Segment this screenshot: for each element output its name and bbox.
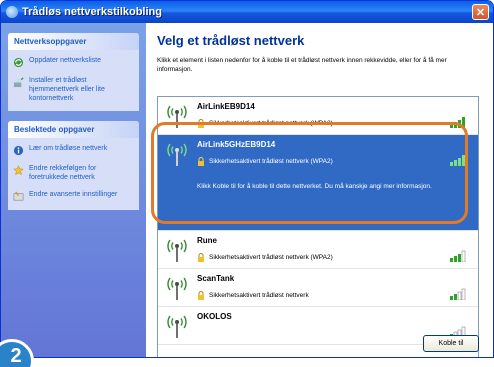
lock-icon [198,157,204,166]
network-name: ScanTank [197,274,235,283]
page-title: Velg et trådløst nettverk [157,33,305,48]
lock-icon [198,119,204,128]
network-item[interactable]: AirLinkEB9D14 Sikkerhetsaktivert trådløs… [158,97,478,135]
network-tasks-panel: Nettverksoppgaver Oppdater nettverkslist… [8,33,139,111]
network-item[interactable]: ScanTank Sikkerhetsaktivert trådløst net… [158,269,478,307]
wireless-antenna-icon [167,315,187,338]
network-list: AirLinkEB9D14 Sikkerhetsaktivert trådløs… [157,96,479,357]
network-setup-icon [13,77,24,88]
settings-icon [13,191,24,201]
window-title: Trådløs nettverkstilkobling [22,6,162,18]
close-button[interactable]: ✕ [472,4,489,20]
network-item-selected[interactable]: AirLink5GHzEB9D14 Sikkerhetsaktivert trå… [158,135,478,231]
wireless-icon [6,6,18,18]
wireless-connection-window: Trådløs nettverkstilkobling ✕ Nettverkso… [0,0,494,358]
sidebar: Nettverksoppgaver Oppdater nettverkslist… [1,23,146,357]
task-label: Oppdater nettverksliste [29,57,101,64]
network-name: OKOLOS [197,312,232,321]
network-security: Sikkerhetsaktivert trådløst nettverk (WP… [209,158,333,165]
star-icon [13,165,24,176]
instructions-text: Klikk et element i listen nedenfor for å… [157,57,447,73]
wireless-antenna-icon [167,143,187,166]
task-label: Installer et trådløst hjemmenettverk ell… [29,77,105,102]
related-tasks-panel: Beslektede oppgaver Lær om trådløse nett… [8,121,139,210]
main-content: Velg et trådløst nettverk Klikk et eleme… [146,23,493,357]
network-security: Sikkerhetsaktivert trådløst nettverk (WP… [209,120,333,127]
refresh-icon [13,57,24,68]
task-label: Endre avanserte innstillinger [29,191,118,198]
related-tasks-title[interactable]: Beslektede oppgaver [8,121,139,138]
lock-icon [198,253,204,262]
network-security: Sikkerhetsaktivert trådløst nettverk (WP… [209,254,333,261]
network-name: AirLink5GHzEB9D14 [197,140,276,149]
wireless-antenna-icon [167,277,187,300]
info-icon [13,145,24,156]
network-security: Sikkerhetsaktivert trådløst nettverk [209,292,309,299]
advanced-settings-link[interactable]: Endre avanserte innstillinger [13,190,134,202]
connect-button[interactable]: Koble til [423,335,479,352]
title-bar[interactable]: Trådløs nettverkstilkobling ✕ [1,1,493,23]
signal-strength-icon [450,250,466,262]
learn-wireless-link[interactable]: Lær om trådløse nettverk [13,144,134,156]
signal-strength-icon [450,288,466,300]
wireless-antenna-icon [167,105,187,128]
network-tasks-title[interactable]: Nettverksoppgaver [8,33,139,50]
setup-wireless-network-link[interactable]: Installer et trådløst hjemmenettverk ell… [13,76,134,103]
network-name: AirLinkEB9D14 [197,102,255,111]
network-description: Klikk Koble til for å koble til dette ne… [197,183,432,190]
task-label: Lær om trådløse nettverk [29,145,108,152]
change-network-order-link[interactable]: Endre rekkefølgen for foretrukkede nettv… [13,164,134,182]
refresh-network-list-link[interactable]: Oppdater nettverksliste [13,56,134,68]
network-item[interactable]: Rune Sikkerhetsaktivert trådløst nettver… [158,231,478,269]
network-name: Rune [197,236,217,245]
wireless-antenna-icon [167,239,187,262]
task-label: Endre rekkefølgen for foretrukkede nettv… [29,165,97,181]
lock-icon [198,291,204,300]
signal-strength-icon [450,155,465,166]
signal-strength-icon [450,117,465,128]
